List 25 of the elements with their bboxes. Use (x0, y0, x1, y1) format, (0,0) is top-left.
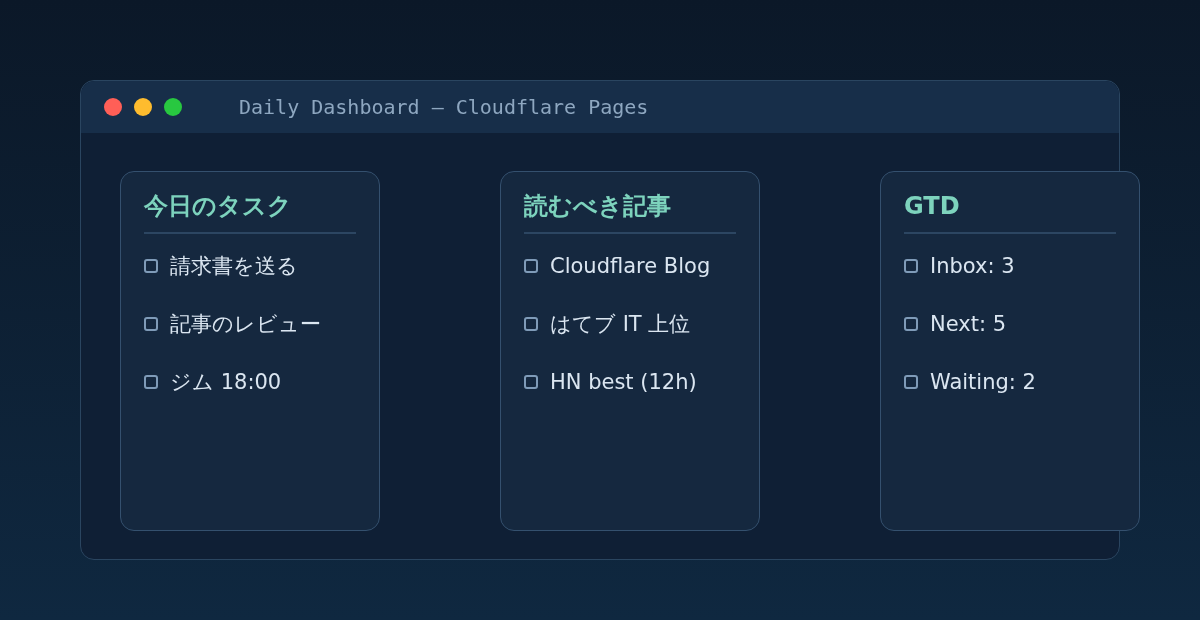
item-label: Cloudflare Blog (550, 253, 711, 280)
item-label: HN best (12h) (550, 369, 697, 396)
card-title: 今日のタスク (144, 188, 356, 234)
item-label: Inbox: 3 (930, 253, 1015, 280)
checkbox[interactable] (904, 375, 918, 389)
item-label: 請求書を送る (170, 253, 298, 280)
checkbox[interactable] (904, 317, 918, 331)
item-label: ジム 18:00 (170, 369, 282, 396)
item-label: Waiting: 2 (930, 369, 1036, 396)
close-icon[interactable] (104, 98, 122, 116)
checkbox[interactable] (144, 317, 158, 331)
card-title: 読むべき記事 (524, 188, 736, 234)
maximize-icon[interactable] (164, 98, 182, 116)
minimize-icon[interactable] (134, 98, 152, 116)
item-label: 記事のレビュー (170, 311, 321, 338)
checkbox[interactable] (144, 375, 158, 389)
checkbox[interactable] (904, 259, 918, 273)
card-title: GTD (904, 188, 1116, 234)
checkbox[interactable] (144, 259, 158, 273)
checkbox[interactable] (524, 375, 538, 389)
checkbox[interactable] (524, 317, 538, 331)
item-label: はてブ IT 上位 (550, 311, 691, 338)
window-title: Daily Dashboard — Cloudflare Pages (239, 94, 649, 121)
item-label: Next: 5 (930, 311, 1007, 338)
checkbox[interactable] (524, 259, 538, 273)
